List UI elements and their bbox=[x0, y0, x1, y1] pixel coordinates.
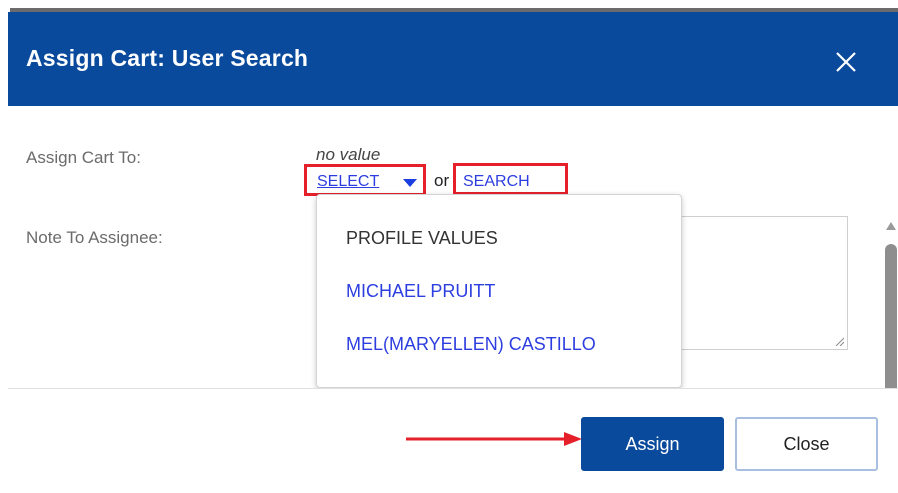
search-highlight: SEARCH bbox=[453, 163, 568, 195]
close-button[interactable]: Close bbox=[735, 417, 878, 471]
select-link[interactable]: SELECT bbox=[317, 173, 379, 191]
scroll-up-icon[interactable] bbox=[886, 222, 896, 230]
dropdown-header: PROFILE VALUES bbox=[346, 228, 498, 248]
resize-grip-icon[interactable] bbox=[834, 336, 844, 346]
caret-down-icon[interactable] bbox=[403, 179, 417, 187]
dropdown-option[interactable]: MICHAEL PRUITT bbox=[346, 281, 495, 302]
dialog-body: Assign Cart To: no value SELECT or SEARC… bbox=[8, 106, 898, 482]
or-text: or bbox=[434, 171, 450, 190]
select-highlight: SELECT bbox=[304, 164, 426, 196]
dropdown-option[interactable]: MEL(MARYELLEN) CASTILLO bbox=[346, 334, 596, 355]
assign-cart-to-label: Assign Cart To: bbox=[26, 148, 141, 167]
note-textarea[interactable] bbox=[668, 216, 848, 350]
red-arrow-icon bbox=[406, 432, 582, 446]
search-link[interactable]: SEARCH bbox=[463, 173, 530, 191]
select-dropdown-menu: PROFILE VALUES MICHAEL PRUITT MEL(MARYEL… bbox=[316, 194, 682, 388]
assign-button[interactable]: Assign bbox=[581, 417, 724, 471]
dialog-title: Assign Cart: User Search bbox=[26, 45, 309, 71]
top-strip bbox=[0, 0, 898, 12]
dialog-footer: Assign Close bbox=[8, 389, 898, 493]
close-icon[interactable] bbox=[834, 50, 858, 74]
assign-cart-to-value: no value bbox=[316, 145, 381, 164]
note-to-assignee-label: Note To Assignee: bbox=[26, 228, 163, 247]
dialog-header: Assign Cart: User Search bbox=[8, 12, 898, 106]
assign-cart-dialog: Assign Cart: User Search Assign Cart To:… bbox=[0, 0, 898, 493]
